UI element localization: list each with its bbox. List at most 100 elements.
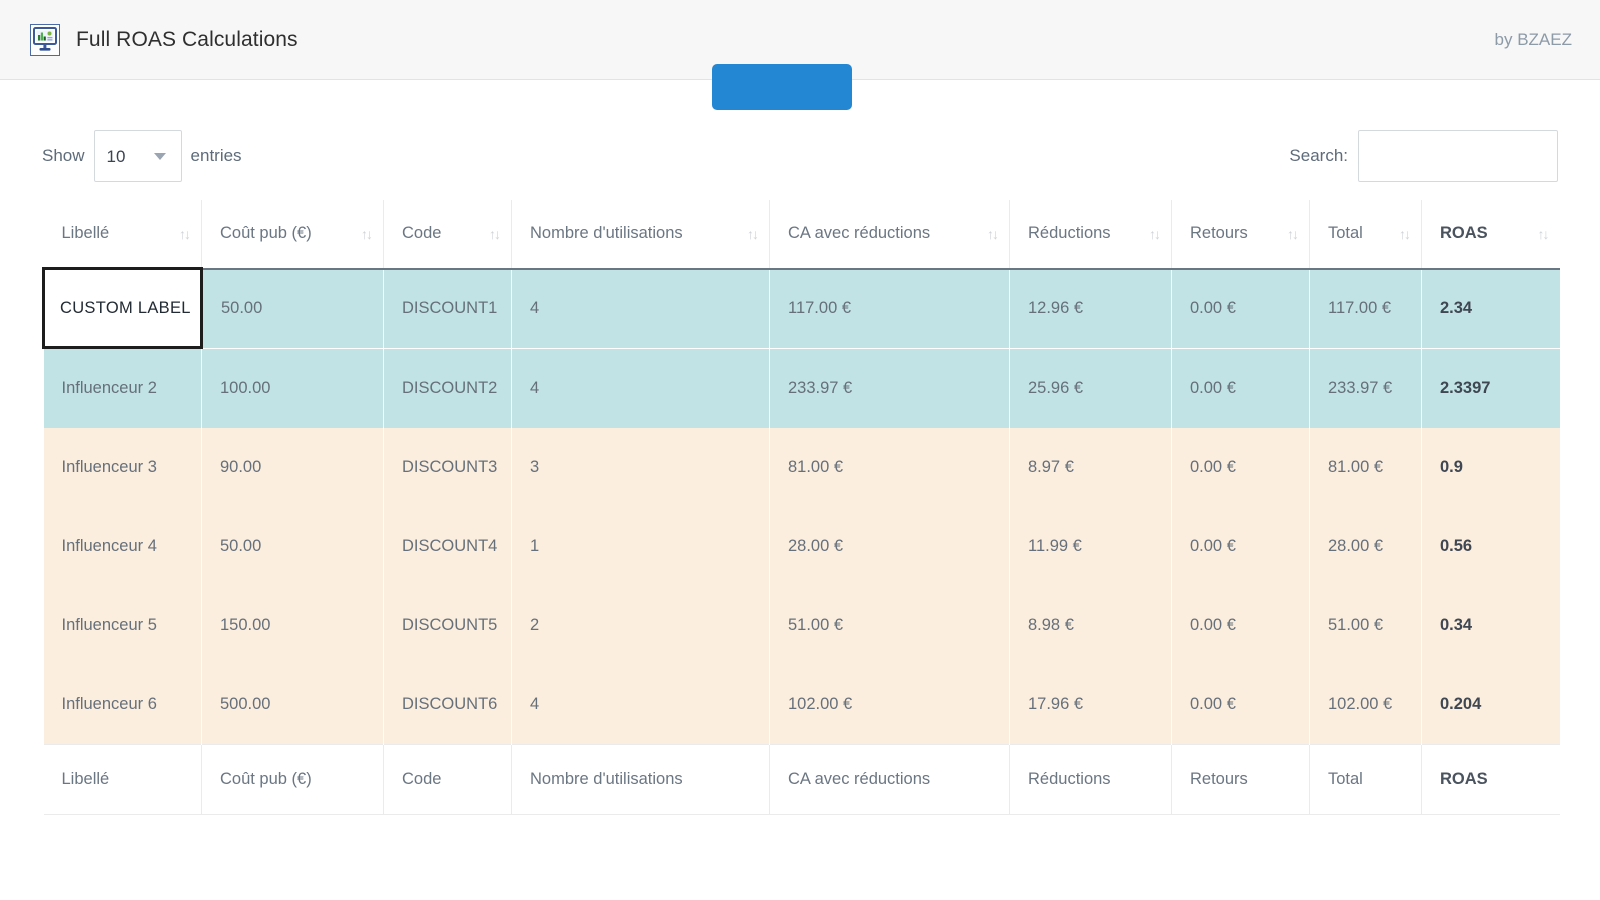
- cell-nombre-utilisations: 4: [511, 268, 770, 348]
- footer-cell-retours: Retours: [1171, 743, 1310, 815]
- cell-libelle[interactable]: Influenceur 4: [43, 507, 202, 586]
- table-row[interactable]: CUSTOM LABEL 50.00 DISCOUNT1 4 117.00 €12.96…: [42, 267, 1560, 349]
- sort-arrows-icon: ↑↓: [1537, 225, 1550, 242]
- footer-cell-cout-pub: Coût pub (€): [201, 743, 384, 815]
- cell-cout-pub: 90.00: [201, 428, 384, 507]
- cell-libelle[interactable]: Influenceur 5: [43, 586, 202, 665]
- cell-code: DISCOUNT4: [383, 507, 512, 586]
- cell-nombre-utilisations: 1: [511, 507, 770, 586]
- cell-ca-avec-reductions: 102.00 €: [769, 665, 1010, 744]
- column-header-retours[interactable]: Retours ↑↓: [1171, 200, 1310, 270]
- column-header-label: Total: [1328, 224, 1363, 243]
- column-header-label: Nombre d'utilisations: [530, 224, 683, 243]
- column-header-roas[interactable]: ROAS ↑↓: [1421, 200, 1560, 270]
- table-row[interactable]: Influenceur 4 50.00 DISCOUNT4 1 28.00 € 11.99…: [43, 507, 1560, 586]
- libelle-edit-cell[interactable]: CUSTOM LABEL: [42, 267, 203, 349]
- cell-ca-avec-reductions: 81.00 €: [769, 428, 1010, 507]
- footer-cell-libelle: Libellé: [43, 743, 202, 815]
- sort-arrows-icon: ↑↓: [987, 225, 999, 242]
- footer-cell-reductions: Réductions: [1009, 743, 1172, 815]
- cell-roas: 2.34: [1421, 268, 1560, 348]
- table-row[interactable]: Influenceur 5 150.00 DISCOUNT5 2 51.00 €8.98…: [43, 586, 1560, 665]
- table-footer-row: Libellé Coût pub (€) Code Nombre d'utili…: [43, 743, 1560, 815]
- search-input[interactable]: [1358, 130, 1558, 182]
- cell-total: 28.00 €: [1309, 507, 1422, 586]
- cell-total: 51.00 €: [1309, 586, 1422, 665]
- column-header-libelle[interactable]: Libellé ↑↓: [43, 200, 202, 270]
- column-header-label: Libellé: [61, 224, 110, 242]
- sort-arrows-icon: ↑↓: [1399, 225, 1411, 242]
- page-length-control: Show 10 entries: [42, 130, 242, 182]
- page-length-select[interactable]: 10: [93, 130, 182, 182]
- column-header-label: Coût pub (€): [220, 224, 312, 243]
- cell-nombre-utilisations: 4: [511, 349, 770, 428]
- cell-retours: 0.00 €: [1171, 586, 1310, 665]
- column-header-total[interactable]: Total ↑↓: [1309, 200, 1422, 270]
- sort-arrows-icon: ↑↓: [361, 225, 373, 242]
- sort-arrows-icon: ↑↓: [1149, 225, 1161, 242]
- cell-ca-avec-reductions: 51.00 €: [769, 586, 1010, 665]
- footer-cell-ca-avec-reductions: CA avec réductions: [769, 743, 1010, 815]
- cell-cout-pub: 150.00: [201, 586, 384, 665]
- cell-code: DISCOUNT1: [383, 268, 512, 348]
- search-label: Search:: [1289, 146, 1348, 165]
- primary-tab-button[interactable]: [712, 64, 852, 110]
- show-label: Show: [42, 146, 85, 165]
- sort-arrows-icon: ↑↓: [1287, 225, 1299, 242]
- cell-libelle[interactable]: Influenceur 3: [43, 428, 202, 507]
- footer-cell-code: Code: [383, 743, 512, 815]
- column-header-label: Code: [402, 224, 442, 243]
- cell-total: 102.00 €: [1309, 665, 1422, 744]
- roas-table: Libellé ↑↓ Coût pub (€) ↑↓ Code ↑↓ Nombr…: [42, 200, 1560, 815]
- sort-arrows-icon: ↑↓: [489, 225, 501, 242]
- column-header-label: Retours: [1190, 224, 1248, 243]
- column-header-label: ROAS: [1440, 224, 1488, 243]
- sort-arrows-icon: ↑↓: [179, 225, 191, 242]
- table-row[interactable]: Influenceur 6 500.00 DISCOUNT6 4 102.00 €17.…: [43, 665, 1560, 744]
- cell-total: 233.97 €: [1309, 349, 1422, 428]
- column-header-ca-avec-reductions[interactable]: CA avec réductions ↑↓: [769, 200, 1010, 270]
- cell-nombre-utilisations: 2: [511, 586, 770, 665]
- cell-cout-pub: 50.00: [201, 507, 384, 586]
- cell-reductions: 12.96 €: [1009, 268, 1172, 348]
- cell-reductions: 11.99 €: [1009, 507, 1172, 586]
- entries-label: entries: [190, 146, 242, 165]
- sort-arrows-icon: ↑↓: [747, 225, 759, 242]
- table-foot: Libellé Coût pub (€) Code Nombre d'utili…: [43, 743, 1560, 815]
- search-filter-control: Search:: [1289, 130, 1558, 182]
- table-header-row: Libellé ↑↓ Coût pub (€) ↑↓ Code ↑↓ Nombr…: [43, 200, 1560, 270]
- table-row[interactable]: Influenceur 3 90.00 DISCOUNT3 3 81.00 €8.97 …: [43, 428, 1560, 507]
- column-header-cout-pub[interactable]: Coût pub (€) ↑↓: [201, 200, 384, 270]
- page-length-select-wrap: 10: [93, 130, 182, 182]
- cell-total: 81.00 €: [1309, 428, 1422, 507]
- cell-nombre-utilisations: 4: [511, 665, 770, 744]
- cell-code: DISCOUNT3: [383, 428, 512, 507]
- footer-cell-roas: ROAS: [1421, 743, 1560, 815]
- cell-retours: 0.00 €: [1171, 507, 1310, 586]
- table-head: Libellé ↑↓ Coût pub (€) ↑↓ Code ↑↓ Nombr…: [43, 200, 1560, 270]
- cell-code: DISCOUNT6: [383, 665, 512, 744]
- cell-cout-pub: 100.00: [201, 349, 384, 428]
- cell-roas: 2.3397: [1421, 349, 1560, 428]
- column-header-code[interactable]: Code ↑↓: [383, 200, 512, 270]
- cell-code: DISCOUNT2: [383, 349, 512, 428]
- column-header-label: Réductions: [1028, 224, 1111, 243]
- column-header-reductions[interactable]: Réductions ↑↓: [1009, 200, 1172, 270]
- table-controls: Show 10 entries Search:: [42, 112, 1558, 200]
- table-row[interactable]: Influenceur 2 100.00 DISCOUNT2 4 233.97 €25.…: [43, 349, 1560, 428]
- tab-strip: [0, 64, 1600, 112]
- app-credit: by BZAEZ: [1494, 29, 1572, 49]
- cell-nombre-utilisations: 3: [511, 428, 770, 507]
- app-title: Full ROAS Calculations: [76, 27, 298, 51]
- cell-reductions: 8.97 €: [1009, 428, 1172, 507]
- brand: Full ROAS Calculations: [30, 23, 298, 56]
- datatable-container: Show 10 entries Search: Libellé ↑↓ Coût …: [0, 112, 1600, 815]
- cell-libelle[interactable]: Influenceur 6: [43, 665, 202, 744]
- column-header-nombre-utilisations[interactable]: Nombre d'utilisations ↑↓: [511, 200, 770, 270]
- cell-ca-avec-reductions: 117.00 €: [769, 268, 1010, 348]
- cell-roas: 0.204: [1421, 665, 1560, 744]
- cell-libelle[interactable]: Influenceur 2: [43, 349, 202, 428]
- cell-code: DISCOUNT5: [383, 586, 512, 665]
- column-header-label: CA avec réductions: [788, 224, 931, 243]
- cell-retours: 0.00 €: [1171, 349, 1310, 428]
